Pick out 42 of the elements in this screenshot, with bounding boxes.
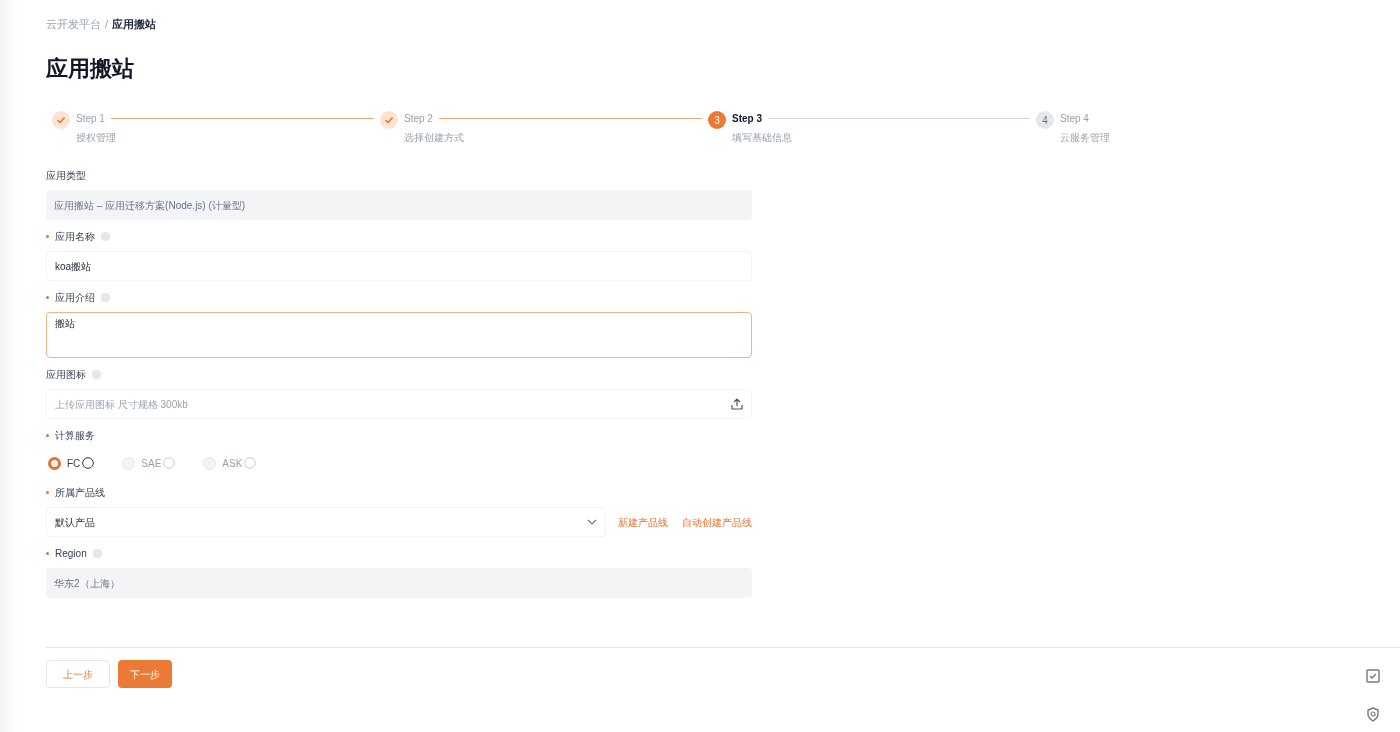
field-label: 所属产品线 [55, 485, 105, 500]
field-label: 计算服务 [55, 428, 95, 443]
placeholder-text: 上传应用图标 尺寸规格 300kb [55, 397, 188, 412]
step-number: 3 [708, 111, 726, 129]
help-icon[interactable] [82, 457, 95, 469]
radio-label: ASK [222, 456, 243, 471]
field-label: 应用介绍 [55, 290, 95, 305]
input-field: 华东2（上海） [46, 568, 752, 598]
select-value: 默认产品 [55, 515, 95, 530]
link[interactable]: 自动创建产品线 [682, 514, 752, 530]
upload-icon[interactable] [731, 398, 743, 410]
input-field: 应用搬站 – 应用迁移方案(Node.js) (计量型) [46, 190, 752, 220]
radio-button[interactable] [48, 456, 61, 470]
step-description: 授权管理 [76, 131, 117, 145]
page-title: 应用搬站 [46, 55, 134, 83]
field-label: Region [55, 546, 87, 561]
caret-icon [587, 519, 597, 525]
step-title: Step 2 [404, 112, 433, 126]
breadcrumb-separator: / [105, 16, 109, 32]
radio-label: FC [67, 456, 81, 471]
field-label: 应用名称 [55, 229, 95, 244]
text-area[interactable]: 搬站 [46, 312, 752, 358]
step-title: Step 1 [76, 112, 105, 126]
link[interactable]: 新建产品线 [618, 514, 668, 530]
input-field[interactable]: koa搬站 [46, 251, 752, 281]
breadcrumb-link[interactable]: 云开发平台 [46, 15, 101, 33]
feedback-icon[interactable] [1366, 669, 1380, 683]
step-number: 4 [1036, 111, 1054, 129]
step-description: 填写基础信息 [732, 131, 793, 145]
breadcrumb-current: 应用搬站 [112, 16, 157, 32]
next-button[interactable]: 下一步 [118, 660, 172, 688]
radio-label: SAE [141, 456, 162, 471]
shield-icon[interactable] [1366, 707, 1380, 722]
back-button[interactable]: 上一步 [46, 660, 110, 688]
step-title: Step 3 [732, 112, 762, 126]
select-field[interactable]: 默认产品 [46, 507, 606, 537]
step-title: Step 4 [1060, 112, 1089, 126]
upload-field[interactable]: 上传应用图标 尺寸规格 300kb [46, 389, 752, 419]
field-label: 应用类型 [46, 168, 86, 183]
step-description: 选择创建方式 [404, 131, 465, 145]
step-description: 云服务管理 [1060, 131, 1111, 145]
field-label: 应用图标 [46, 367, 86, 382]
